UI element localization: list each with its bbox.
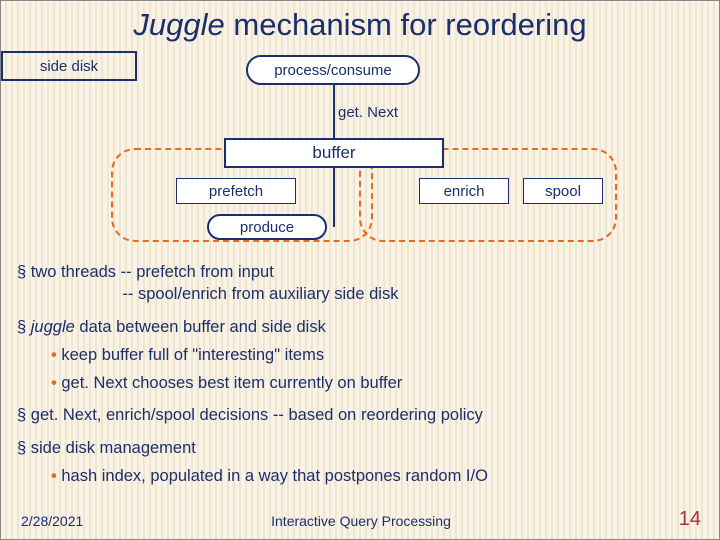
produce-box: produce	[207, 214, 327, 240]
juggle-diagram: process/consume get. Next buffer prefetc…	[1, 51, 720, 261]
process-consume-box: process/consume	[246, 55, 420, 85]
spool-box: spool	[523, 178, 603, 204]
get-next-label: get. Next	[313, 101, 423, 123]
title-rest: mechanism for reordering	[225, 7, 587, 42]
footer-page-number: 14	[679, 508, 701, 531]
side-disk-box: side disk	[1, 51, 137, 81]
bullet-2-sub1: keep buffer full of "interesting" items	[51, 344, 703, 366]
bullet-2-rest: data between buffer and side disk	[75, 318, 326, 336]
bullet-2-italic: juggle	[31, 318, 75, 336]
footer-title: Interactive Query Processing	[1, 513, 720, 529]
title-italic: Juggle	[133, 7, 224, 42]
bullet-2-sub2: get. Next chooses best item currently on…	[51, 372, 703, 394]
enrich-box: enrich	[419, 178, 509, 204]
bullet-list: two threads -- prefetch from input -- sp…	[17, 261, 703, 497]
slide-title: Juggle mechanism for reordering	[1, 7, 719, 43]
bullet-1: two threads -- prefetch from input -- sp…	[17, 261, 703, 306]
bullet-3: get. Next, enrich/spool decisions -- bas…	[17, 404, 703, 426]
bullet-1-line2: -- spool/enrich from auxiliary side disk	[17, 285, 398, 303]
buffer-box: buffer	[224, 138, 444, 168]
bullet-4-text: side disk management	[31, 439, 196, 457]
bullet-4-sub1: hash index, populated in a way that post…	[51, 465, 703, 487]
bullet-1-line1: two threads -- prefetch from input	[31, 263, 274, 281]
prefetch-box: prefetch	[176, 178, 296, 204]
slide: Juggle mechanism for reordering process/…	[0, 0, 720, 540]
bullet-2: juggle data between buffer and side disk…	[17, 316, 703, 395]
bullet-4: side disk management hash index, populat…	[17, 437, 703, 488]
